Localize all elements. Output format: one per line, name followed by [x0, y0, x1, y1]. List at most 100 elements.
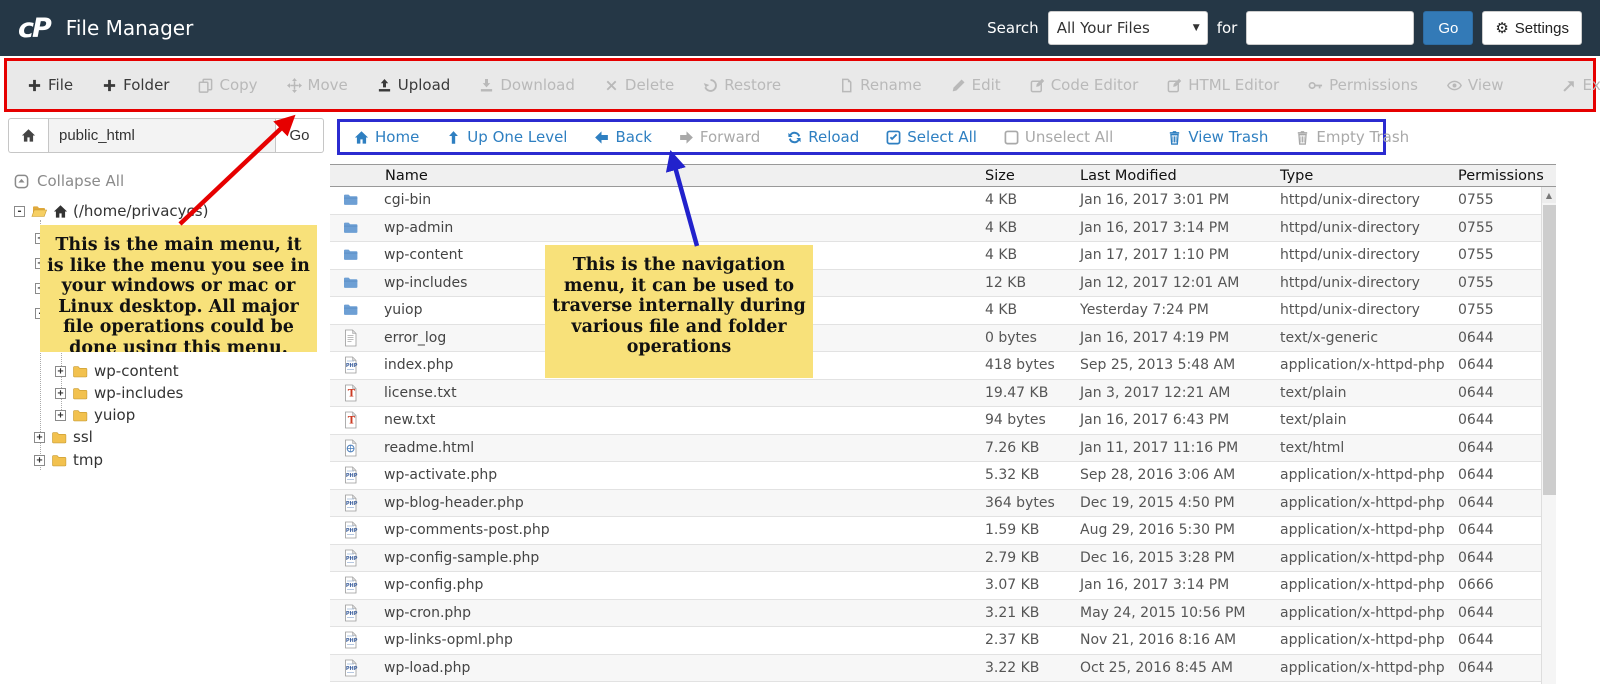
table-scrollbar[interactable]: ▲ — [1541, 187, 1556, 684]
cell-size: 5.32 KB — [985, 467, 1080, 483]
collapse-all-button[interactable]: Collapse All — [14, 172, 124, 190]
tree-expand-toggle[interactable]: + — [34, 432, 45, 443]
table-row-wp-load-php[interactable]: PHPwp-load.php3.22 KBOct 25, 2016 8:45 A… — [330, 655, 1556, 683]
search-go-button[interactable]: Go — [1423, 11, 1473, 45]
cell-size: 3.07 KB — [985, 577, 1080, 593]
tree-item-wp-includes[interactable]: +wp-includes — [55, 384, 183, 402]
path-input[interactable] — [48, 118, 276, 153]
column-header-name[interactable]: Name — [330, 168, 985, 184]
cell-last-modified: Jan 12, 2017 12:01 AM — [1080, 275, 1280, 291]
toolbar-item-label: Move — [308, 76, 348, 94]
nav-item-reload[interactable]: Reload — [787, 128, 859, 146]
file-name: yuiop — [384, 302, 423, 318]
nav-item-back[interactable]: Back — [594, 128, 651, 146]
nav-item-up-one-level[interactable]: Up One Level — [446, 128, 567, 146]
search-scope-select[interactable]: All Your Files ▼ — [1048, 11, 1208, 45]
column-header-permissions[interactable]: Permissions — [1458, 168, 1540, 184]
path-home-button[interactable] — [8, 118, 48, 153]
file-name: wp-content — [384, 247, 463, 263]
file-name: wp-comments-post.php — [384, 522, 550, 538]
nav-item-select-all[interactable]: Select All — [886, 128, 977, 146]
file-name: wp-config-sample.php — [384, 550, 539, 566]
cell-size: 4 KB — [985, 247, 1080, 263]
php-icon: PHP — [342, 631, 359, 649]
scrollbar-up-icon[interactable]: ▲ — [1542, 187, 1556, 203]
navigation-menu: Home Up One Level Back Forward Reload Select … — [337, 119, 1386, 155]
table-row-wp-links-opml-php[interactable]: PHPwp-links-opml.php2.37 KBNov 21, 2016 … — [330, 627, 1556, 655]
tree-collapse-toggle[interactable]: - — [14, 206, 25, 217]
rename-icon — [839, 78, 854, 93]
nav-item-forward: Forward — [679, 128, 760, 146]
toolbar-item-label: Edit — [972, 76, 1001, 94]
svg-text:PHP: PHP — [346, 611, 358, 617]
tree-expand-toggle[interactable]: + — [55, 366, 66, 377]
table-row-wp-cron-php[interactable]: PHPwp-cron.php3.21 KBMay 24, 2015 10:56 … — [330, 600, 1556, 628]
toolbar-item-label: Permissions — [1329, 76, 1418, 94]
toolbar-item-upload[interactable]: Upload — [377, 76, 451, 94]
file-name: readme.html — [384, 440, 474, 456]
nav-item-label: Select All — [907, 128, 977, 146]
home-icon — [21, 128, 36, 143]
table-row-wp-content[interactable]: wp-content4 KBJan 17, 2017 1:10 PMhttpd/… — [330, 242, 1556, 270]
settings-button[interactable]: ⚙ Settings — [1482, 11, 1582, 45]
file-name: wp-config.php — [384, 577, 483, 593]
table-row-new-txt[interactable]: Tnew.txt94 bytesJan 16, 2017 6:43 PMtext… — [330, 407, 1556, 435]
nav-item-label: Forward — [700, 128, 760, 146]
cell-name: Tlicense.txt — [330, 384, 985, 402]
cell-last-modified: Oct 25, 2016 8:45 AM — [1080, 660, 1280, 676]
cell-name: cgi-bin — [330, 191, 985, 209]
cell-type: httpd/unix-directory — [1280, 220, 1458, 236]
table-body: cgi-bin4 KBJan 16, 2017 3:01 PMhttpd/uni… — [330, 187, 1556, 684]
file-name: license.txt — [384, 385, 457, 401]
table-row-readme-html[interactable]: readme.html7.26 KBJan 11, 2017 11:16 PMt… — [330, 435, 1556, 463]
folder-icon — [342, 301, 359, 319]
tree-root-home[interactable]: -(/home/privacycs) — [14, 202, 208, 220]
cell-name: PHPwp-config.php — [330, 576, 985, 594]
tree-item-wp-content[interactable]: +wp-content — [55, 362, 179, 380]
cell-last-modified: Dec 16, 2015 3:28 PM — [1080, 550, 1280, 566]
tree-item-ssl[interactable]: +ssl — [34, 428, 93, 446]
column-header-last-modified[interactable]: Last Modified — [1080, 168, 1280, 184]
table-row-wp-config-php[interactable]: PHPwp-config.php3.07 KBJan 16, 2017 3:14… — [330, 572, 1556, 600]
cell-name: PHP wp-comments-post.php — [330, 521, 985, 539]
table-row-wp-blog-header-php[interactable]: PHPwp-blog-header.php364 bytesDec 19, 20… — [330, 490, 1556, 518]
table-row-wp-activate-php[interactable]: PHPwp-activate.php5.32 KBSep 28, 2016 3:… — [330, 462, 1556, 490]
column-header-size[interactable]: Size — [985, 168, 1080, 184]
scrollbar-thumb[interactable] — [1543, 205, 1556, 495]
tree-item-tmp[interactable]: +tmp — [34, 451, 103, 469]
plus-icon — [27, 78, 42, 93]
table-row-license-txt[interactable]: Tlicense.txt19.47 KBJan 3, 2017 12:21 AM… — [330, 380, 1556, 408]
column-header-type[interactable]: Type — [1280, 168, 1458, 184]
table-row-cgi-bin[interactable]: cgi-bin4 KBJan 16, 2017 3:01 PMhttpd/uni… — [330, 187, 1556, 215]
file-name: index.php — [384, 357, 453, 373]
search-input[interactable] — [1246, 11, 1414, 45]
cell-size: 418 bytes — [985, 357, 1080, 373]
tree-expand-toggle[interactable]: + — [34, 455, 45, 466]
table-row-yuiop[interactable]: yuiop4 KBYesterday 7:24 PMhttpd/unix-dir… — [330, 297, 1556, 325]
cell-type: application/x-httpd-php — [1280, 357, 1458, 373]
table-row-wp-includes[interactable]: wp-includes12 KBJan 12, 2017 12:01 AMhtt… — [330, 270, 1556, 298]
toolbar-item-file[interactable]: File — [27, 76, 73, 94]
folder-yellow-icon — [71, 385, 89, 401]
folder-icon — [342, 274, 359, 292]
toolbar-item-folder[interactable]: Folder — [102, 76, 169, 94]
table-row-wp-comments-post-php[interactable]: PHPwp-comments-post.php1.59 KBAug 29, 20… — [330, 517, 1556, 545]
nav-item-empty-trash: Empty Trash — [1295, 128, 1409, 146]
cell-permissions: 0644 — [1458, 660, 1540, 676]
table-row-error-log[interactable]: error_log0 bytesJan 16, 2017 4:19 PMtext… — [330, 325, 1556, 353]
nav-item-label: Back — [615, 128, 651, 146]
table-row-index-php[interactable]: PHPindex.php418 bytesSep 25, 2013 5:48 A… — [330, 352, 1556, 380]
nav-item-home[interactable]: Home — [354, 128, 419, 146]
tree-expand-toggle[interactable]: + — [55, 388, 66, 399]
html-icon — [342, 439, 359, 457]
tree-item-yuiop[interactable]: +yuiop — [55, 406, 135, 424]
cell-name: PHPwp-cron.php — [330, 604, 985, 622]
svg-text:PHP: PHP — [346, 528, 358, 534]
table-row-wp-config-sample-php[interactable]: PHPwp-config-sample.php2.79 KBDec 16, 20… — [330, 545, 1556, 573]
nav-item-view-trash[interactable]: View Trash — [1167, 128, 1268, 146]
toolbar-item-label: Delete — [625, 76, 674, 94]
tree-expand-toggle[interactable]: + — [55, 410, 66, 421]
table-row-wp-admin[interactable]: wp-admin4 KBJan 16, 2017 3:14 PMhttpd/un… — [330, 215, 1556, 243]
extract-icon — [1562, 78, 1577, 93]
path-go-button[interactable]: Go — [276, 118, 324, 153]
